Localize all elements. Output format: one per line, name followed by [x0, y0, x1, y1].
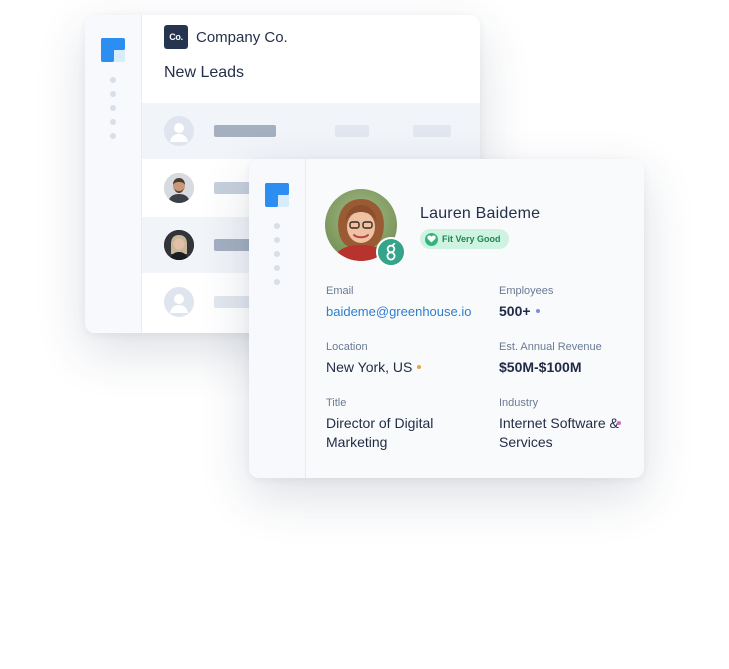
nav-dot[interactable] — [274, 265, 280, 271]
location-value: New York, US — [326, 358, 422, 377]
lead-profile-card: Lauren Baideme Fit Very Good Email baide… — [249, 159, 644, 478]
email-field: Email baideme@greenhouse.io — [326, 285, 471, 321]
app-logo-icon[interactable] — [265, 183, 289, 207]
status-dot — [617, 421, 621, 425]
greenhouse-g-icon[interactable] — [376, 237, 406, 267]
revenue-field: Est. Annual Revenue $50M-$100M — [499, 341, 602, 377]
title-label: Title — [326, 397, 347, 409]
field-placeholder-bar — [335, 125, 369, 137]
company-name: Company Co. — [196, 29, 288, 46]
app-logo-icon[interactable] — [101, 38, 125, 62]
avatar — [164, 173, 194, 203]
employees-label: Employees — [499, 285, 554, 297]
field-placeholder-bar — [413, 125, 451, 137]
location-field: Location New York, US — [326, 341, 422, 377]
table-row[interactable] — [142, 103, 480, 159]
company-logo: Co. — [164, 25, 188, 49]
email-link[interactable]: baideme@greenhouse.io — [326, 302, 471, 321]
nav-dot[interactable] — [110, 133, 116, 139]
fit-badge-label: Fit Very Good — [442, 234, 501, 244]
revenue-label: Est. Annual Revenue — [499, 341, 602, 353]
industry-value: Internet Software & Services — [499, 415, 619, 450]
nav-dot[interactable] — [110, 119, 116, 125]
title-field: Title Director of Digital Marketing — [326, 397, 466, 452]
nav-dot[interactable] — [274, 237, 280, 243]
email-label: Email — [326, 285, 354, 297]
nav-dot[interactable] — [274, 279, 280, 285]
avatar — [164, 230, 194, 260]
revenue-value: $50M-$100M — [499, 359, 582, 375]
status-dot — [417, 365, 422, 370]
heart-icon — [425, 232, 438, 246]
industry-field: Industry Internet Software & Services — [499, 397, 634, 452]
employees-field: Employees 500+ — [499, 285, 553, 321]
status-dot — [535, 309, 540, 314]
nav-dot[interactable] — [110, 77, 116, 83]
location-label: Location — [326, 341, 368, 353]
page-title: New Leads — [164, 64, 245, 81]
nav-dot[interactable] — [274, 251, 280, 257]
person-name: Lauren Baideme — [420, 205, 541, 222]
title-value: Director of Digital Marketing — [326, 415, 434, 450]
side-rail — [85, 15, 142, 333]
user-silhouette-icon — [164, 116, 194, 146]
fit-badge: Fit Very Good — [420, 229, 509, 249]
nav-dot[interactable] — [274, 223, 280, 229]
nav-dot[interactable] — [110, 105, 116, 111]
nav-dot[interactable] — [110, 91, 116, 97]
industry-label: Industry — [499, 397, 539, 409]
name-placeholder-bar — [214, 125, 276, 137]
employees-value: 500+ — [499, 302, 553, 321]
side-rail — [249, 159, 306, 478]
user-silhouette-icon — [164, 287, 194, 317]
